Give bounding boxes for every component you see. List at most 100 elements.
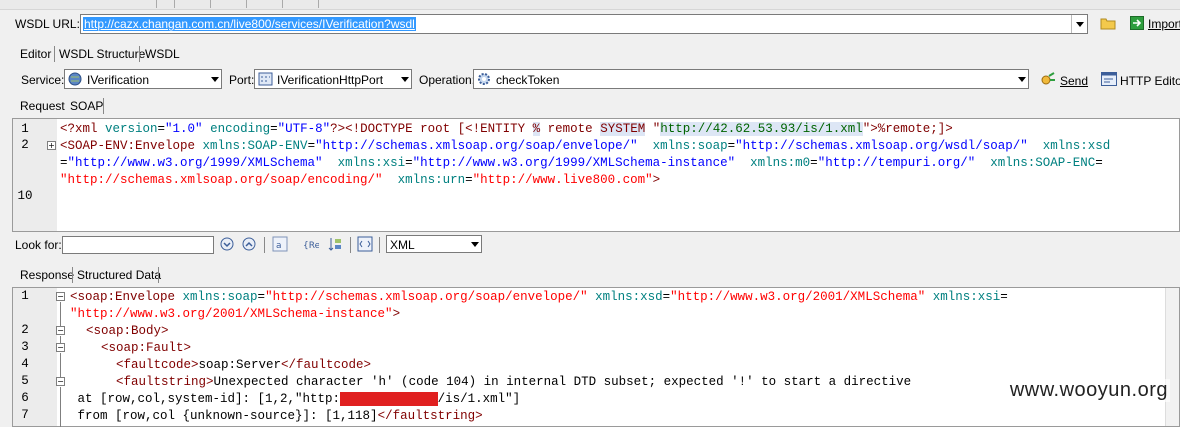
toolbar-button[interactable] [210, 0, 224, 8]
port-value: IVerificationHttpPort [277, 73, 384, 87]
request-editor[interactable]: 1 2 10 + <?xml version="1.0" encoding="U… [12, 118, 1180, 232]
line-number: 2 [21, 138, 29, 152]
chevron-down-icon [471, 242, 479, 247]
service-value: IVerification [87, 73, 150, 87]
sort-icon[interactable] [327, 236, 343, 252]
wsdl-url-label: WSDL URL: [15, 17, 80, 31]
line-number: 1 [21, 122, 29, 136]
tab-structured-data[interactable]: Structured Data [77, 268, 161, 282]
svg-text:a: a [276, 241, 282, 251]
request-tabbar: Request SOAP [0, 96, 1180, 116]
request-line-2-wrap: "http://schemas.xmlsoap.org/soap/encodin… [60, 173, 661, 187]
look-for-label: Look for: [15, 238, 62, 252]
tab-editor[interactable]: Editor [20, 47, 51, 61]
format-icon[interactable] [357, 236, 373, 252]
response-editor[interactable]: 1 2 3 4 5 6 7 − − − − <soap:Envelope xml… [12, 287, 1180, 427]
tab-soap[interactable]: SOAP [70, 99, 103, 113]
port-icon [258, 72, 273, 86]
line-number: 4 [21, 357, 29, 371]
fold-collapse-icon[interactable]: − [56, 377, 65, 386]
vertical-scrollbar[interactable] [1165, 288, 1179, 426]
operation-select[interactable]: checkToken [473, 69, 1029, 89]
folder-icon[interactable] [1100, 16, 1116, 30]
line-number-gutter: 1 2 10 [13, 119, 57, 231]
divider [72, 267, 73, 283]
tab-wsdl[interactable]: WSDL [145, 47, 180, 61]
request-line-2: <SOAP-ENV:Envelope xmlns:SOAP-ENV="http:… [60, 139, 1111, 153]
fold-guide [60, 302, 61, 328]
response-line-7: from [row,col {unknown-source}]: [1,118]… [70, 409, 483, 423]
redacted-host: //42.62.53.93 [340, 392, 438, 406]
import-icon[interactable] [1130, 16, 1144, 30]
wsdl-url-value: http://cazx.changan.com.cn/live800/servi… [83, 17, 416, 31]
response-line-1-wrap: "http://www.w3.org/2001/XMLSchema-instan… [70, 307, 401, 321]
find-previous-icon[interactable] [241, 236, 257, 252]
response-line-3: <soap:Fault> [101, 341, 192, 355]
toolbar-button[interactable] [174, 0, 188, 8]
port-label: Port: [229, 73, 255, 87]
wsdl-url-dropdown[interactable] [1071, 15, 1087, 33]
service-icon [68, 72, 83, 86]
tab-wsdl-structure[interactable]: WSDL Structure [59, 47, 145, 61]
fold-collapse-icon[interactable]: − [56, 292, 65, 301]
line-number: 1 [21, 289, 29, 303]
divider [350, 237, 351, 253]
response-line-2: <soap:Body> [86, 324, 169, 338]
divider [54, 46, 55, 62]
gear-icon [477, 72, 492, 86]
response-line-5: <faultstring>Unexpected character 'h' (c… [116, 375, 912, 389]
service-select[interactable]: IVerification [64, 69, 222, 89]
find-next-icon[interactable] [219, 236, 235, 252]
response-tabbar: Response Structured Data [0, 265, 1180, 285]
send-icon[interactable] [1040, 71, 1056, 87]
request-line-2-wrap: ="http://www.w3.org/1999/XMLSchema" xmln… [60, 156, 1103, 170]
toolbar-strip [0, 0, 1180, 10]
fold-guide [60, 336, 61, 343]
fold-guide [60, 353, 61, 377]
response-line-6: at [row,col,system-id]: [1,2,"http://42.… [70, 392, 521, 406]
send-button[interactable]: Send [1060, 74, 1088, 88]
toolbar-button[interactable] [246, 0, 260, 8]
line-number: 6 [21, 391, 29, 405]
svg-text:{Re}: {Re} [303, 241, 319, 251]
line-number-gutter: 1 2 3 4 5 6 7 [13, 288, 57, 426]
fold-expand-icon[interactable]: + [47, 141, 56, 150]
fold-collapse-icon[interactable]: − [56, 326, 65, 335]
port-select[interactable]: IVerificationHttpPort [254, 69, 412, 89]
response-line-1: <soap:Envelope xmlns:soap="http://schema… [70, 290, 1008, 304]
service-label: Service: [21, 73, 65, 87]
chevron-down-icon [401, 77, 409, 82]
chevron-down-icon [211, 77, 219, 82]
divider [379, 237, 380, 253]
chevron-down-icon [1075, 21, 1084, 27]
search-input[interactable] [62, 236, 214, 254]
divider [264, 237, 265, 253]
format-value: XML [390, 238, 415, 252]
chevron-down-icon [1018, 77, 1026, 82]
wsdl-url-input[interactable]: http://cazx.changan.com.cn/live800/servi… [80, 14, 1088, 34]
divider [139, 46, 140, 62]
request-line-1: <?xml version="1.0" encoding="UTF-8"?><!… [60, 122, 953, 136]
http-editor-icon[interactable] [1101, 72, 1117, 86]
regex-icon[interactable]: {Re} [303, 236, 326, 252]
format-select[interactable]: XML [386, 235, 482, 253]
operation-label: Operation: [419, 73, 476, 87]
line-number: 5 [21, 374, 29, 388]
operation-value: checkToken [496, 73, 560, 87]
toolbar-button[interactable] [318, 0, 332, 8]
match-case-icon[interactable]: a [272, 236, 288, 252]
divider [158, 267, 159, 283]
toolbar-button[interactable] [282, 0, 296, 8]
line-number: 3 [21, 340, 29, 354]
tab-request[interactable]: Request [20, 99, 65, 113]
import-button[interactable]: Import [1148, 17, 1180, 31]
http-editor-button[interactable]: HTTP Editor [1120, 74, 1180, 88]
top-tabbar: Editor WSDL Structure WSDL [0, 44, 1180, 64]
tab-response[interactable]: Response [20, 268, 74, 282]
fold-collapse-icon[interactable]: − [56, 343, 65, 352]
divider [103, 98, 104, 114]
toolbar-button[interactable] [156, 0, 170, 8]
line-number: 7 [21, 408, 29, 422]
line-number: 10 [17, 189, 33, 203]
fold-guide [60, 387, 61, 427]
